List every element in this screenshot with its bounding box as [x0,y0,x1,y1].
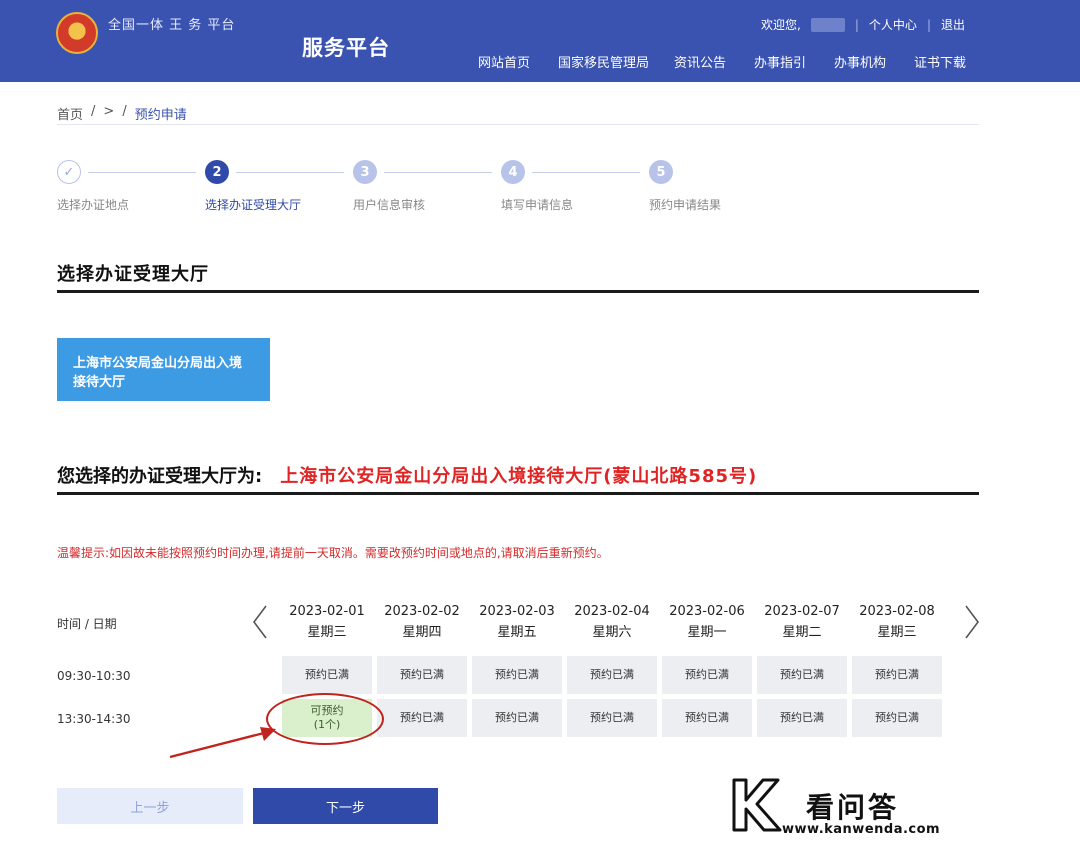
chevron-right-icon[interactable] [962,600,982,644]
breadcrumb-current: 预约申请 [134,108,187,123]
weekday: 星期一 [687,625,727,640]
step-3-label: 用户信息审核 [353,198,426,212]
slot-cell-full: 预约已满 [472,656,562,694]
date-column-header: 2023-02-08 星期三 [852,601,942,643]
section-divider [57,290,979,293]
section-title: 选择办证受理大厅 [57,264,209,285]
date: 2023-02-06 [669,604,745,619]
hall-option-button[interactable]: 上海市公安局金山分局出入境接待大厅 [57,338,270,401]
user-bar: 欢迎您, | 个人中心 | 退出 [761,16,965,33]
nav-home[interactable]: 网站首页 [478,52,530,71]
date-column-header: 2023-02-07 星期二 [757,601,847,643]
breadcrumb-mid: > [103,104,115,119]
breadcrumb-separator: / [122,104,127,119]
divider: | [854,17,859,32]
slot-cell-full: 预约已满 [662,656,752,694]
date-column-header: 2023-02-03 星期五 [472,601,562,643]
date: 2023-02-02 [384,604,460,619]
chevron-left-icon[interactable] [250,600,270,644]
date-column-header: 2023-02-01 星期三 [282,601,372,643]
weekday: 星期六 [592,625,632,640]
selected-divider [57,492,979,495]
highlight-ring [266,693,384,745]
site-name: 全国一体 王 务 平台 [108,18,236,33]
nav-news[interactable]: 资讯公告 [674,52,726,71]
personal-center-link[interactable]: 个人中心 [869,16,917,33]
weekday: 星期二 [782,625,822,640]
breadcrumb-divider [57,124,979,125]
step-connector [88,172,196,173]
date-column-header: 2023-02-06 星期一 [662,601,752,643]
slot-cell-full: 预约已满 [567,699,657,737]
time-date-header: 时间 / 日期 [57,617,117,631]
step-2-indicator: 2 [205,160,229,184]
slot-cell-full: 预约已满 [377,699,467,737]
national-emblem-icon [56,12,98,54]
date: 2023-02-08 [859,604,935,619]
divider: | [926,17,931,32]
watermark-logo-icon [732,778,782,832]
slot-cell-full: 预约已满 [662,699,752,737]
watermark-text: 看问答 [806,791,900,824]
slot-cell-full: 预约已满 [757,699,847,737]
step-4-indicator: 4 [501,160,525,184]
top-header: 全国一体 王 务 平台 服务平台 欢迎您, | 个人中心 | 退出 网站首页 国… [0,0,1080,82]
previous-step-button[interactable]: 上一步 [57,788,243,824]
breadcrumb-separator: / [91,104,96,119]
step-1-check-icon: ✓ [57,160,81,184]
selected-hall-name: 上海市公安局金山分局出入境接待大厅(蒙山北路585号) [280,466,758,487]
date: 2023-02-07 [764,604,840,619]
step-2-label: 选择办证受理大厅 [205,198,302,212]
step-1-label: 选择办证地点 [57,198,130,212]
step-connector [236,172,344,173]
step-3-indicator: 3 [353,160,377,184]
step-4-label: 填写申请信息 [501,198,574,212]
slot-cell-full: 预约已满 [377,656,467,694]
breadcrumb: 首页 / > / 预约申请 [57,104,187,123]
date: 2023-02-03 [479,604,555,619]
date-column-header: 2023-02-04 星期六 [567,601,657,643]
weekday: 星期五 [497,625,537,640]
nav-offices[interactable]: 办事机构 [834,52,886,71]
slot-cell-full: 预约已满 [282,656,372,694]
step-5-label: 预约申请结果 [649,198,722,212]
username-redacted [810,17,845,32]
selected-hall-prefix: 您选择的办证受理大厅为: [57,466,263,487]
slot-cell-full: 预约已满 [852,656,942,694]
next-step-button[interactable]: 下一步 [253,788,438,824]
time-slot-label: 13:30-14:30 [57,712,131,726]
warm-tip: 温馨提示:如因故未能按照预约时间办理,请提前一天取消。需要改预约时间或地点的,请… [57,546,609,560]
nav-guide[interactable]: 办事指引 [754,52,806,71]
step-5-indicator: 5 [649,160,673,184]
time-slot-label: 09:30-10:30 [57,669,131,683]
breadcrumb-home[interactable]: 首页 [57,104,83,123]
slot-cell-full: 预约已满 [757,656,847,694]
platform-title: 服务平台 [302,36,390,60]
slot-cell-full: 预约已满 [852,699,942,737]
welcome-text: 欢迎您, [761,18,801,32]
slot-cell-full: 预约已满 [472,699,562,737]
step-connector [384,172,492,173]
nav-immigration-admin[interactable]: 国家移民管理局 [558,52,649,71]
date-column-header: 2023-02-02 星期四 [377,601,467,643]
nav-certificate-download[interactable]: 证书下载 [914,52,966,71]
weekday: 星期三 [877,625,917,640]
date: 2023-02-04 [574,604,650,619]
step-connector [532,172,640,173]
slot-cell-full: 预约已满 [567,656,657,694]
logout-link[interactable]: 退出 [941,16,965,33]
date: 2023-02-01 [289,604,365,619]
annotation-arrow-icon [169,727,276,759]
watermark-url: www.kanwenda.com [782,822,941,837]
weekday: 星期三 [307,625,347,640]
weekday: 星期四 [402,625,442,640]
selected-hall-row: 您选择的办证受理大厅为: 上海市公安局金山分局出入境接待大厅(蒙山北路585号) [57,462,757,488]
